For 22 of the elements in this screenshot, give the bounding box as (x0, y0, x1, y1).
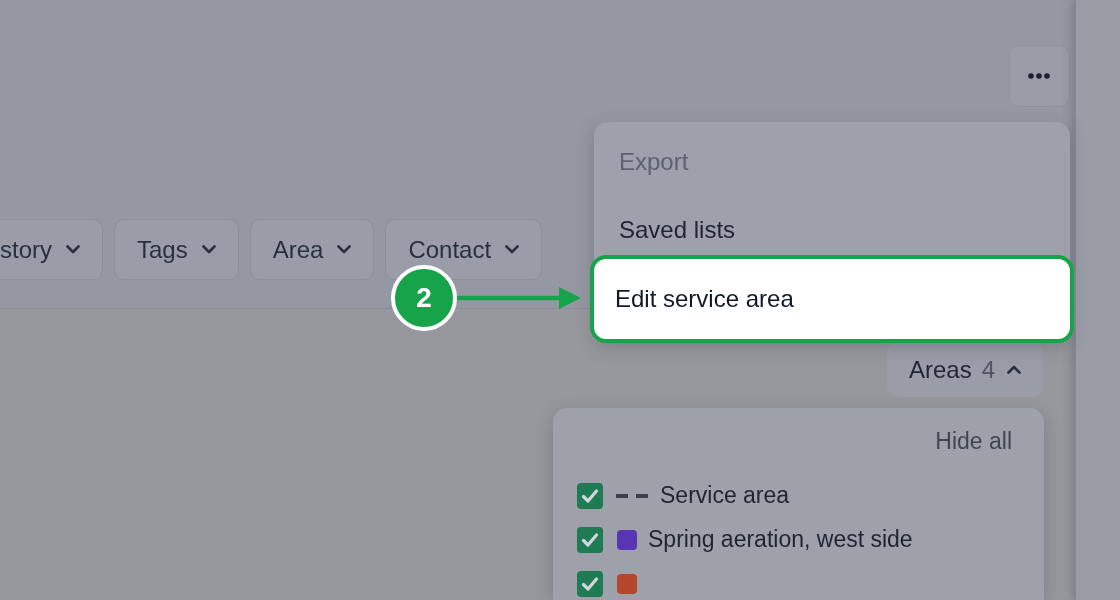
area-name: Service area (660, 482, 790, 509)
checkbox[interactable] (577, 482, 603, 509)
chevron-down-icon (66, 245, 80, 254)
chevron-down-icon (505, 245, 520, 254)
more-button[interactable] (1008, 45, 1070, 107)
chevron-down-icon (201, 245, 216, 254)
menu-item[interactable]: Saved lists (594, 196, 1070, 255)
area-name: Spring aeration, west side (648, 526, 913, 553)
hide-all-link[interactable]: Hide all (935, 426, 1012, 456)
checkbox[interactable] (577, 526, 603, 553)
areas-button[interactable]: Areas 4 (886, 342, 1043, 397)
filter-chip[interactable]: story (0, 219, 103, 280)
chevron-up-icon (1007, 365, 1021, 374)
filter-chip[interactable]: Area (249, 219, 375, 280)
more-icon (1028, 73, 1050, 79)
filter-chip[interactable]: Tags (114, 219, 239, 280)
checkbox[interactable] (577, 570, 603, 597)
areas-count: 4 (981, 355, 995, 384)
filter-chip[interactable]: Contact (385, 219, 543, 280)
menu-item[interactable]: Edit service area (590, 255, 1074, 343)
chevron-down-icon (337, 245, 352, 254)
dashed-line-icon (616, 493, 648, 498)
